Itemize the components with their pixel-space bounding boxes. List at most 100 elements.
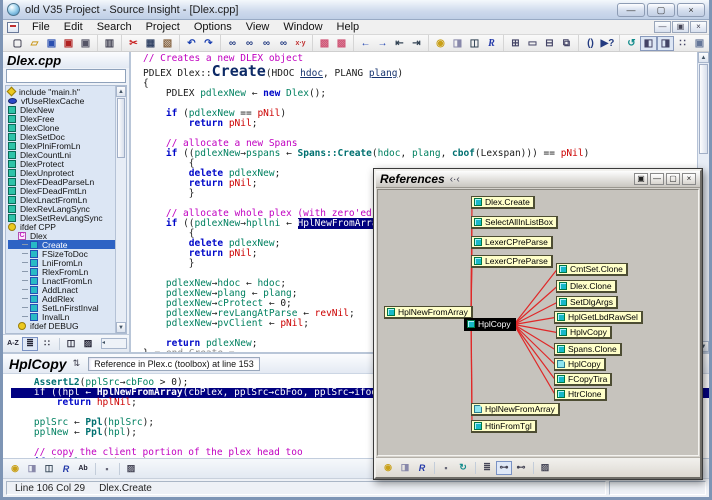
graph-node-selectallinlistbox[interactable]: SelectAllInListBox bbox=[471, 216, 558, 229]
menu-view[interactable]: View bbox=[239, 20, 277, 34]
references-title-bar[interactable]: References ‹·‹ ▣—▢× bbox=[376, 171, 700, 188]
paste-button[interactable]: ▧ bbox=[159, 36, 176, 51]
scroll-thumb[interactable] bbox=[117, 98, 125, 158]
menu-window[interactable]: Window bbox=[276, 20, 329, 34]
context-window-toggle[interactable]: ◧ bbox=[640, 36, 657, 51]
menu-options[interactable]: Options bbox=[187, 20, 239, 34]
properties-button[interactable]: ▨ bbox=[123, 462, 139, 476]
menu-edit[interactable]: Edit bbox=[57, 20, 90, 34]
menu-file[interactable]: File bbox=[25, 20, 57, 34]
tree-view-button[interactable]: ⊷ bbox=[513, 461, 529, 475]
style-properties-button[interactable]: ▩ bbox=[333, 36, 350, 51]
forward-button[interactable]: → bbox=[374, 36, 391, 51]
graph-node-hplnewfromarray[interactable]: HplNewFromArray bbox=[384, 306, 473, 319]
split-window-button[interactable]: ⊟ bbox=[541, 36, 558, 51]
minimize-button[interactable]: — bbox=[617, 3, 645, 17]
save-all-button[interactable]: ▣ bbox=[77, 36, 94, 51]
doc-list-button[interactable]: ◫ bbox=[41, 462, 57, 476]
symbol-item-ifdef-debug[interactable]: ifdef DEBUG bbox=[8, 321, 115, 330]
graph-node-hplcopy[interactable]: HplCopy bbox=[554, 358, 606, 371]
graph-node-htrclone[interactable]: HtrClone bbox=[554, 388, 607, 401]
copy-button[interactable]: ▦ bbox=[142, 36, 159, 51]
graph-node-hplgetlbdrawsel[interactable]: HplGetLbdRawSel bbox=[554, 311, 643, 324]
graph-node-cmtset-clone[interactable]: CmtSet.Clone bbox=[556, 263, 628, 276]
function-tip-button[interactable]: () bbox=[582, 36, 599, 51]
graph-node-lexercpreparse[interactable]: LexerCPreParse bbox=[471, 236, 553, 249]
go-forward-link-button[interactable]: ⇥ bbox=[408, 36, 425, 51]
symbol-hscrollbar[interactable]: ◂ bbox=[101, 338, 127, 349]
tile-windows-button[interactable]: ⊞ bbox=[507, 36, 524, 51]
save-button[interactable]: ▣ bbox=[43, 36, 60, 51]
new-file-button[interactable]: ▢ bbox=[9, 36, 26, 51]
cascade-windows-button[interactable]: ⧉ bbox=[558, 36, 575, 51]
scroll-up-arrow[interactable]: ▲ bbox=[116, 86, 126, 97]
menu-search[interactable]: Search bbox=[90, 20, 139, 34]
doc-list-button[interactable]: ◫ bbox=[466, 36, 483, 51]
maximize-button[interactable]: ▢ bbox=[666, 173, 680, 185]
graph-node-lexercpreparse[interactable]: LexerCPreParse bbox=[471, 255, 553, 268]
undo-button[interactable]: ↶ bbox=[183, 36, 200, 51]
symbol-window-button[interactable]: ◨ bbox=[397, 461, 413, 475]
graph-node-hplvcopy[interactable]: HplvCopy bbox=[556, 326, 612, 339]
graph-node-hplcopy[interactable]: HplCopy bbox=[464, 318, 516, 331]
graph-node-htinfromtgl[interactable]: HtinFromTgl bbox=[471, 420, 537, 433]
highlight-word-button[interactable]: ▩ bbox=[316, 36, 333, 51]
window-list-button[interactable]: ∷ bbox=[674, 36, 691, 51]
maximize-button[interactable]: ▢ bbox=[647, 3, 675, 17]
mdi-minimize-button[interactable]: — bbox=[654, 21, 671, 33]
graph-node-fcopytira[interactable]: FCopyTira bbox=[554, 373, 612, 386]
graph-node-setdlgargs[interactable]: SetDlgArgs bbox=[556, 296, 618, 309]
minimize-button[interactable]: — bbox=[650, 173, 664, 185]
menu-project[interactable]: Project bbox=[139, 20, 187, 34]
document-icon[interactable] bbox=[7, 22, 19, 33]
lock-button[interactable]: ▪ bbox=[438, 461, 454, 475]
refresh-button[interactable]: ↻ bbox=[455, 461, 471, 475]
browse-symbols-button[interactable]: ◉ bbox=[7, 462, 23, 476]
replace-button[interactable]: x·y bbox=[292, 36, 309, 51]
browse-symbols-button[interactable]: ◉ bbox=[432, 36, 449, 51]
sync-windows-button[interactable]: ↺ bbox=[623, 36, 640, 51]
close-button[interactable]: × bbox=[677, 3, 705, 17]
symbol-item-ifdef-cpp[interactable]: ifdef CPP bbox=[8, 222, 115, 231]
scroll-thumb[interactable] bbox=[699, 64, 708, 154]
search-files-button[interactable]: ∞ bbox=[275, 36, 292, 51]
mdi-restore-button[interactable]: ▣ bbox=[672, 21, 689, 33]
symbol-list-scrollbar[interactable]: ▲ ▼ bbox=[115, 86, 126, 333]
references-window[interactable]: References ‹·‹ ▣—▢× Dlex.Create SelectAll… bbox=[373, 168, 703, 480]
redo-button[interactable]: ↷ bbox=[200, 36, 217, 51]
go-back-link-button[interactable]: ⇤ bbox=[391, 36, 408, 51]
save-as-button[interactable]: ▣ bbox=[60, 36, 77, 51]
graph-node-dlex-create[interactable]: Dlex.Create bbox=[471, 196, 535, 209]
scroll-track[interactable] bbox=[116, 97, 126, 322]
cut-button[interactable]: ✂ bbox=[125, 36, 142, 51]
doc-list-button[interactable]: ◫ bbox=[63, 337, 79, 351]
relation-window-button[interactable]: R bbox=[414, 461, 430, 475]
symbol-filter-input[interactable] bbox=[6, 69, 126, 83]
graph-view-button[interactable]: ⊶ bbox=[496, 461, 512, 475]
relation-window-button[interactable]: R bbox=[58, 462, 74, 476]
group-view-button[interactable]: ∷ bbox=[39, 337, 55, 351]
menu-help[interactable]: Help bbox=[330, 20, 367, 34]
print-button[interactable]: ▥ bbox=[101, 36, 118, 51]
symbol-window-button[interactable]: ◨ bbox=[24, 462, 40, 476]
relation-window-toggle[interactable]: ◨ bbox=[657, 36, 674, 51]
case-sensitive-button[interactable]: Ab bbox=[75, 462, 91, 476]
list-view-button[interactable]: ≣ bbox=[22, 337, 38, 351]
dock-button[interactable]: ▣ bbox=[634, 173, 648, 185]
properties-button[interactable]: ▨ bbox=[537, 461, 553, 475]
references-graph-canvas[interactable]: Dlex.Create SelectAllInListBox LexerCPrePa… bbox=[377, 189, 699, 456]
context-reference-label[interactable]: Reference in Plex.c (toolbox) at line 15… bbox=[88, 357, 260, 371]
open-file-button[interactable]: ▱ bbox=[26, 36, 43, 51]
mdi-close-button[interactable]: × bbox=[690, 21, 707, 33]
browse-symbols-button[interactable]: ◉ bbox=[380, 461, 396, 475]
back-button[interactable]: ← bbox=[357, 36, 374, 51]
relation-window-button[interactable]: R bbox=[483, 36, 500, 51]
image-button[interactable]: ▣ bbox=[691, 36, 708, 51]
full-window-button[interactable]: ▭ bbox=[524, 36, 541, 51]
title-bar[interactable]: old V35 Project - Source Insight - [Dlex… bbox=[3, 0, 709, 20]
graph-node-spans-clone[interactable]: Spans.Clone bbox=[554, 343, 622, 356]
sort-alpha-button[interactable]: A-Z bbox=[5, 337, 21, 351]
find-previous-button[interactable]: ∞ bbox=[258, 36, 275, 51]
graph-node-hplnewfromarray[interactable]: HplNewFromArray bbox=[471, 403, 560, 416]
scroll-down-arrow[interactable]: ▼ bbox=[116, 322, 126, 333]
